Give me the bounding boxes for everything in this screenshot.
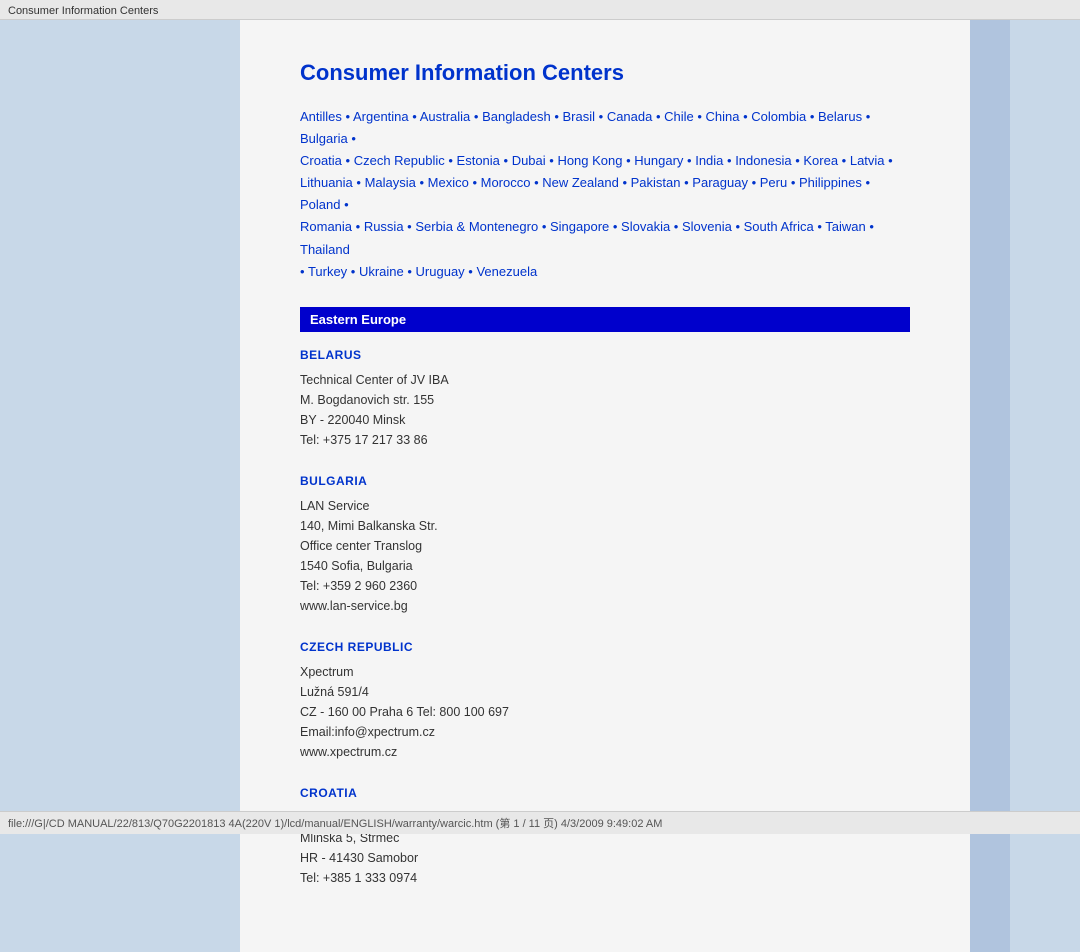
- nav-link-ukraine[interactable]: Ukraine: [359, 264, 404, 279]
- nav-link-singapore[interactable]: Singapore: [550, 219, 609, 234]
- nav-link-croatia[interactable]: Croatia: [300, 153, 342, 168]
- country-name-czech-republic: Czech Republic: [300, 640, 910, 654]
- country-info-czech-republic: Xpectrum Lužná 591/4 CZ - 160 00 Praha 6…: [300, 662, 910, 762]
- nav-link-uruguay[interactable]: Uruguay: [416, 264, 465, 279]
- nav-link-mexico[interactable]: Mexico: [428, 175, 469, 190]
- nav-link-dubai[interactable]: Dubai: [512, 153, 546, 168]
- nav-link-pakistan[interactable]: Pakistan: [631, 175, 681, 190]
- nav-link-australia[interactable]: Australia: [420, 109, 471, 124]
- nav-link-romania[interactable]: Romania: [300, 219, 352, 234]
- country-info-belarus: Technical Center of JV IBA M. Bogdanovic…: [300, 370, 910, 450]
- nav-link-belarus[interactable]: Belarus: [818, 109, 862, 124]
- nav-link-czech-republic[interactable]: Czech Republic: [354, 153, 445, 168]
- nav-link-china[interactable]: China: [706, 109, 740, 124]
- nav-link-new-zealand[interactable]: New Zealand: [542, 175, 619, 190]
- nav-link-india[interactable]: India: [695, 153, 723, 168]
- nav-link-turkey[interactable]: Turkey: [308, 264, 347, 279]
- nav-link-slovenia[interactable]: Slovenia: [682, 219, 732, 234]
- status-bar: file:///G|/CD MANUAL/22/813/Q70G2201813 …: [0, 811, 1080, 834]
- nav-link-hong-kong[interactable]: Hong Kong: [557, 153, 622, 168]
- nav-link-antilles[interactable]: Antilles: [300, 109, 342, 124]
- nav-link-thailand[interactable]: Thailand: [300, 242, 350, 257]
- nav-link-malaysia[interactable]: Malaysia: [365, 175, 416, 190]
- nav-link-chile[interactable]: Chile: [664, 109, 694, 124]
- nav-link-south-africa[interactable]: South Africa: [744, 219, 814, 234]
- page-title: Consumer Information Centers: [300, 60, 910, 86]
- nav-links: Antilles • Argentina • Australia • Bangl…: [300, 106, 910, 283]
- status-bar-text: file:///G|/CD MANUAL/22/813/Q70G2201813 …: [8, 818, 662, 830]
- nav-link-serbia[interactable]: Serbia & Montenegro: [415, 219, 538, 234]
- nav-link-canada[interactable]: Canada: [607, 109, 653, 124]
- nav-link-venezuela[interactable]: Venezuela: [476, 264, 537, 279]
- tab-label: Consumer Information Centers: [8, 5, 158, 17]
- nav-link-russia[interactable]: Russia: [364, 219, 404, 234]
- nav-link-bulgaria[interactable]: Bulgaria: [300, 131, 348, 146]
- nav-link-poland[interactable]: Poland: [300, 197, 340, 212]
- nav-link-indonesia[interactable]: Indonesia: [735, 153, 791, 168]
- nav-link-estonia[interactable]: Estonia: [457, 153, 500, 168]
- tab-bar: Consumer Information Centers: [0, 0, 1080, 20]
- section-header: Eastern Europe: [300, 307, 910, 332]
- nav-link-argentina[interactable]: Argentina: [353, 109, 409, 124]
- country-name-croatia: Croatia: [300, 786, 910, 800]
- country-info-bulgaria: LAN Service 140, Mimi Balkanska Str. Off…: [300, 496, 910, 616]
- nav-link-brasil[interactable]: Brasil: [563, 109, 596, 124]
- nav-link-hungary[interactable]: Hungary: [634, 153, 683, 168]
- nav-link-lithuania[interactable]: Lithuania: [300, 175, 353, 190]
- nav-link-korea[interactable]: Korea: [803, 153, 838, 168]
- nav-link-peru[interactable]: Peru: [760, 175, 787, 190]
- nav-link-philippines[interactable]: Philippines: [799, 175, 862, 190]
- nav-link-morocco[interactable]: Morocco: [481, 175, 531, 190]
- nav-link-colombia[interactable]: Colombia: [751, 109, 806, 124]
- country-name-bulgaria: Bulgaria: [300, 474, 910, 488]
- nav-link-taiwan[interactable]: Taiwan: [825, 219, 865, 234]
- nav-link-paraguay[interactable]: Paraguay: [692, 175, 748, 190]
- country-name-belarus: Belarus: [300, 348, 910, 362]
- nav-link-bangladesh[interactable]: Bangladesh: [482, 109, 551, 124]
- nav-link-latvia[interactable]: Latvia: [850, 153, 885, 168]
- nav-link-slovakia[interactable]: Slovakia: [621, 219, 670, 234]
